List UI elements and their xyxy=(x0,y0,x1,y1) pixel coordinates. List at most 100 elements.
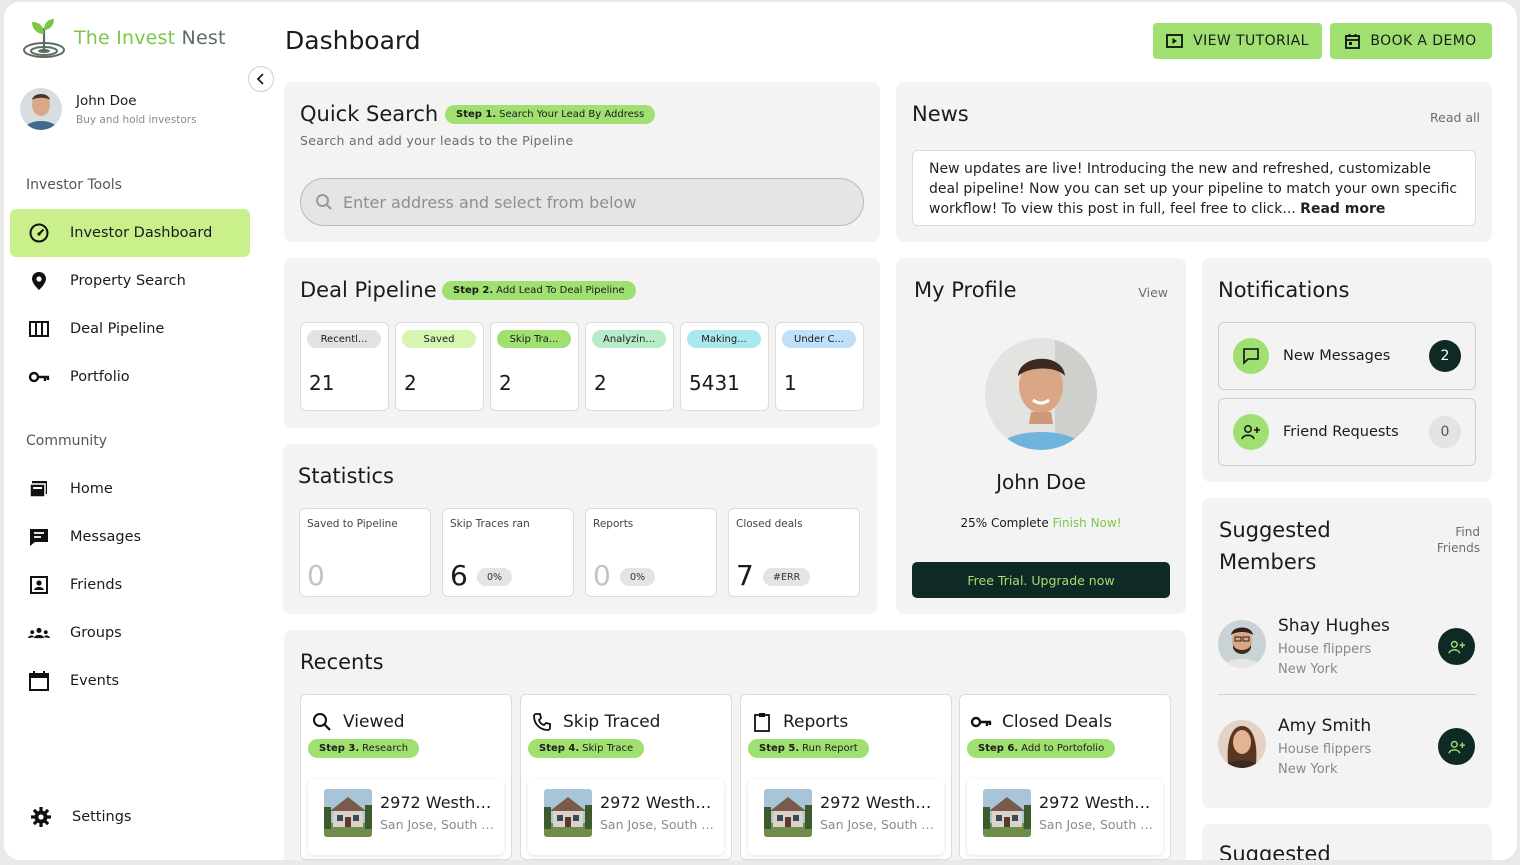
profile-completion: 25% Complete Finish Now! xyxy=(960,516,1122,530)
pipeline-stage-analyzing[interactable]: Analyzin... 2 xyxy=(585,322,674,411)
nav-portfolio[interactable]: Portfolio xyxy=(10,353,250,401)
stat-value: 0 xyxy=(307,559,325,592)
pipeline-stage-skip-traced[interactable]: Skip Tra... 2 xyxy=(490,322,579,411)
user-summary[interactable]: John Doe Buy and hold investors xyxy=(20,88,197,130)
stat-skip-traces: Skip Traces ran 6 0% xyxy=(442,508,574,597)
upgrade-button[interactable]: Free Trial. Upgrade now xyxy=(912,562,1170,598)
recent-property-item[interactable]: 2972 Westheimer Rd. San Jose, South Dako… xyxy=(967,779,1163,855)
view-tutorial-label: VIEW TUTORIAL xyxy=(1193,33,1309,49)
pipeline-stage-making-offer[interactable]: Making... 5431 xyxy=(680,322,769,411)
member-role: House flippers xyxy=(1278,742,1372,757)
recents-title: Recents xyxy=(300,650,384,674)
recent-property-item[interactable]: 2972 Westheimer Rd. San Jose, South Dako… xyxy=(748,779,944,855)
read-all-link[interactable]: Read all xyxy=(1430,110,1480,125)
add-friend-button[interactable] xyxy=(1438,728,1475,765)
house-icon xyxy=(764,789,812,837)
finish-now-link[interactable]: Finish Now! xyxy=(1053,516,1122,530)
stat-label: Skip Traces ran xyxy=(450,518,530,530)
recent-card-title: Viewed xyxy=(343,712,405,732)
search-icon xyxy=(316,194,332,210)
brand-name: The Invest Nest xyxy=(74,27,226,49)
house-photo xyxy=(544,789,592,837)
step-3-pill: Step 3. Research xyxy=(308,739,420,758)
nav-investor-dashboard[interactable]: Investor Dashboard xyxy=(10,209,250,257)
nav-settings[interactable]: Settings xyxy=(12,793,252,841)
community-heading: Community xyxy=(26,433,108,449)
collapse-sidebar-button[interactable] xyxy=(248,66,274,92)
house-icon xyxy=(324,789,372,837)
nav-label: Property Search xyxy=(70,273,186,289)
recent-reports-card: Reports Step 5.Run Report 2972 Westheime… xyxy=(740,694,952,860)
nav-events[interactable]: Events xyxy=(10,657,250,705)
profile-avatar xyxy=(985,338,1097,450)
profile-name: John Doe xyxy=(996,470,1086,494)
new-messages-item[interactable]: New Messages 2 xyxy=(1218,322,1476,390)
member-location: New York xyxy=(1278,762,1338,777)
step-2-pill: Step 2. Add Lead To Deal Pipeline xyxy=(442,281,636,300)
stat-closed-deals: Closed deals 7 #ERR xyxy=(728,508,860,597)
stage-label: Analyzin... xyxy=(592,330,666,348)
app-window: The Invest Nest John Doe Buy and hold in… xyxy=(4,2,1517,860)
recent-skip-traced-card: Skip Traced Step 4. Skip Trace 2972 Westh… xyxy=(520,694,732,860)
chevron-left-icon xyxy=(256,73,264,85)
stage-count: 2 xyxy=(499,371,512,395)
nav-label: Deal Pipeline xyxy=(70,321,165,337)
recent-card-header: Skip Traced xyxy=(531,711,660,733)
stat-value: 0 xyxy=(593,559,611,592)
stage-label: Making... xyxy=(687,330,761,348)
member-card[interactable]: Shay Hughes House flippers New York xyxy=(1218,608,1476,698)
search-input[interactable] xyxy=(343,192,823,212)
person-photo-icon xyxy=(1218,720,1266,768)
view-profile-link[interactable]: View xyxy=(1138,285,1168,300)
recent-card-header: Closed Deals xyxy=(970,711,1112,733)
user-role: Buy and hold investors xyxy=(76,113,197,126)
view-tutorial-button[interactable]: VIEW TUTORIAL xyxy=(1153,23,1322,59)
user-name: John Doe xyxy=(76,92,137,109)
property-city: San Jose, South Dakota xyxy=(1039,817,1157,832)
property-city: San Jose, South Dakota xyxy=(820,817,938,832)
suggested-next-title: Suggested xyxy=(1219,842,1331,860)
house-photo xyxy=(324,789,372,837)
property-address: 2972 Westheimer Rd. xyxy=(1039,793,1157,812)
read-more-link[interactable]: Read more xyxy=(1300,201,1385,217)
my-profile-title: My Profile xyxy=(914,278,1017,302)
nav-messages[interactable]: Messages xyxy=(10,513,250,561)
stage-label: Saved xyxy=(402,330,476,348)
stage-label: Recentl... xyxy=(307,330,381,348)
stat-label: Saved to Pipeline xyxy=(307,518,398,530)
pipeline-stage-under-contract[interactable]: Under C... 1 xyxy=(775,322,864,411)
page-title: Dashboard xyxy=(285,26,421,55)
brand-logo[interactable]: The Invest Nest xyxy=(20,14,226,62)
member-card[interactable]: Amy Smith House flippers New York xyxy=(1218,708,1476,798)
house-icon xyxy=(983,789,1031,837)
search-field[interactable] xyxy=(300,178,864,226)
stat-value: 6 xyxy=(450,559,468,592)
stage-count: 2 xyxy=(594,371,607,395)
nav-groups[interactable]: Groups xyxy=(10,609,250,657)
pipeline-stage-recently[interactable]: Recentl... 21 xyxy=(300,322,389,411)
find-friends-link[interactable]: Find Friends xyxy=(1437,524,1480,556)
calendar-icon xyxy=(1345,33,1361,49)
recent-property-item[interactable]: 2972 Westheimer Rd. San Jose, South Dako… xyxy=(308,779,504,855)
member-name: Shay Hughes xyxy=(1278,616,1390,636)
statistics-card: Statistics Saved to Pipeline 0 Skip Trac… xyxy=(283,444,877,614)
friend-requests-item[interactable]: Friend Requests 0 xyxy=(1218,398,1476,466)
stage-count: 5431 xyxy=(689,371,740,395)
recent-property-item[interactable]: 2972 Westheimer Rd. San Jose, South Dako… xyxy=(528,779,724,855)
recent-card-title: Skip Traced xyxy=(563,712,661,732)
divider xyxy=(1218,694,1476,695)
nav-deal-pipeline[interactable]: Deal Pipeline xyxy=(10,305,250,353)
columns-icon xyxy=(28,318,50,340)
nav-property-search[interactable]: Property Search xyxy=(10,257,250,305)
nav-friends[interactable]: Friends xyxy=(10,561,250,609)
add-friend-button[interactable] xyxy=(1438,628,1475,665)
book-demo-button[interactable]: BOOK A DEMO xyxy=(1330,23,1492,59)
quick-search-subtitle: Search and add your leads to the Pipelin… xyxy=(300,133,574,148)
nav-home[interactable]: Home xyxy=(10,465,250,513)
my-profile-card: My Profile View John Doe 25% Complete Fi… xyxy=(896,258,1186,614)
stage-count: 2 xyxy=(404,371,417,395)
recent-card-title: Reports xyxy=(783,712,849,732)
stat-reports: Reports 0 0% xyxy=(585,508,717,597)
person-photo-icon xyxy=(20,88,62,130)
pipeline-stage-saved[interactable]: Saved 2 xyxy=(395,322,484,411)
